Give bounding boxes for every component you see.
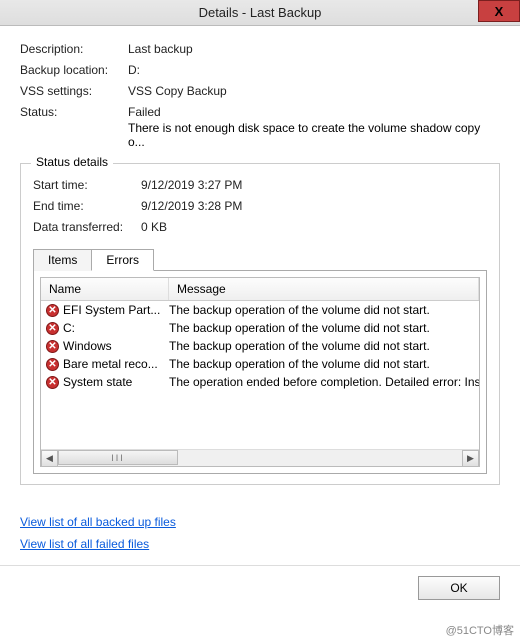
tab-errors[interactable]: Errors xyxy=(91,249,154,271)
error-icon: ✕ xyxy=(46,340,59,353)
table-header: Name Message xyxy=(41,278,479,301)
data-transferred-value: 0 KB xyxy=(141,220,487,234)
error-icon: ✕ xyxy=(46,304,59,317)
end-time-label: End time: xyxy=(33,199,141,213)
cell-message: The backup operation of the volume did n… xyxy=(169,303,479,317)
column-name[interactable]: Name xyxy=(41,278,169,300)
table-row[interactable]: ✕ C: The backup operation of the volume di… xyxy=(41,319,479,337)
start-time-value: 9/12/2019 3:27 PM xyxy=(141,178,487,192)
errors-table: Name Message ✕ EFI System Part... The back… xyxy=(40,277,480,467)
titlebar: Details - Last Backup X xyxy=(0,0,520,26)
horizontal-scrollbar[interactable]: ◀ III ▶ xyxy=(41,449,479,466)
data-transferred-label: Data transferred: xyxy=(33,220,141,234)
row-name: Windows xyxy=(63,339,112,353)
group-title: Status details xyxy=(31,155,113,169)
close-button[interactable]: X xyxy=(478,0,520,22)
table-row[interactable]: ✕ System state The operation ended before … xyxy=(41,373,479,391)
error-icon: ✕ xyxy=(46,358,59,371)
scroll-right-button[interactable]: ▶ xyxy=(462,450,479,467)
description-value: Last backup xyxy=(128,42,500,56)
cell-message: The backup operation of the volume did n… xyxy=(169,321,479,335)
cell-name: ✕ Windows xyxy=(41,339,169,353)
status-details-group: Status details Start time: 9/12/2019 3:2… xyxy=(20,163,500,485)
cell-name: ✕ C: xyxy=(41,321,169,335)
content-area: Description: Last backup Backup location… xyxy=(0,26,520,493)
table-rows: ✕ EFI System Part... The backup operation … xyxy=(41,301,479,449)
status-value: Failed xyxy=(128,105,500,119)
tab-items[interactable]: Items xyxy=(33,249,91,271)
status-label: Status: xyxy=(20,105,128,119)
cell-message: The backup operation of the volume did n… xyxy=(169,357,479,371)
cell-name: ✕ Bare metal reco... xyxy=(41,357,169,371)
description-label: Description: xyxy=(20,42,128,56)
scroll-left-button[interactable]: ◀ xyxy=(41,450,58,467)
tab-body-errors: Name Message ✕ EFI System Part... The back… xyxy=(33,270,487,474)
scroll-track[interactable]: III xyxy=(58,450,462,466)
ok-button[interactable]: OK xyxy=(418,576,500,600)
cell-message: The backup operation of the volume did n… xyxy=(169,339,479,353)
location-value: D: xyxy=(128,63,500,77)
scroll-thumb[interactable]: III xyxy=(58,450,178,465)
cell-name: ✕ System state xyxy=(41,375,169,389)
end-time-value: 9/12/2019 3:28 PM xyxy=(141,199,487,213)
close-icon: X xyxy=(495,4,504,19)
table-row[interactable]: ✕ EFI System Part... The backup operation … xyxy=(41,301,479,319)
error-icon: ✕ xyxy=(46,322,59,335)
row-name: System state xyxy=(63,375,132,389)
start-time-label: Start time: xyxy=(33,178,141,192)
cell-name: ✕ EFI System Part... xyxy=(41,303,169,317)
vss-label: VSS settings: xyxy=(20,84,128,98)
table-row[interactable]: ✕ Windows The backup operation of the volu… xyxy=(41,337,479,355)
vss-value: VSS Copy Backup xyxy=(128,84,500,98)
column-message[interactable]: Message xyxy=(169,278,479,300)
links-section: View list of all backed up files View li… xyxy=(20,515,520,551)
watermark: @51CTO博客 xyxy=(446,622,514,638)
cell-message: The operation ended before completion. D… xyxy=(169,375,479,389)
location-label: Backup location: xyxy=(20,63,128,77)
status-detail: There is not enough disk space to create… xyxy=(128,121,500,149)
row-name: Bare metal reco... xyxy=(63,357,158,371)
footer: OK xyxy=(0,565,520,610)
window-title: Details - Last Backup xyxy=(0,5,520,20)
tabs: Items Errors xyxy=(33,248,487,270)
link-backed-up-files[interactable]: View list of all backed up files xyxy=(20,515,520,529)
row-name: C: xyxy=(63,321,75,335)
table-row[interactable]: ✕ Bare metal reco... The backup operation … xyxy=(41,355,479,373)
link-failed-files[interactable]: View list of all failed files xyxy=(20,537,520,551)
row-name: EFI System Part... xyxy=(63,303,160,317)
error-icon: ✕ xyxy=(46,376,59,389)
